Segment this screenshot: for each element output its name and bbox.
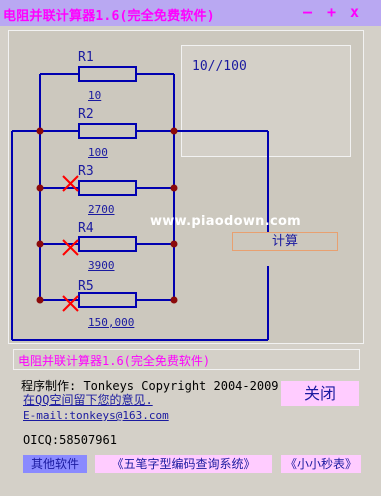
- resistor-r4-symbol: [78, 236, 137, 252]
- r1-label: R1: [78, 50, 94, 65]
- other-software-button[interactable]: 其他软件: [23, 455, 87, 473]
- r2-value[interactable]: 100: [88, 146, 108, 159]
- resistor-r5-symbol: [78, 292, 137, 308]
- r1-value[interactable]: 10: [88, 89, 101, 102]
- info-display: 电阻并联计算器1.6(完全免费软件): [13, 349, 360, 370]
- r5-disabled-x-icon: [62, 295, 79, 312]
- oicq-number: OICQ:58507961: [23, 433, 117, 447]
- r4-value[interactable]: 3900: [88, 259, 115, 272]
- resistor-r1-symbol: [78, 66, 137, 82]
- email-link[interactable]: E-mail:tonkeys@163.com: [23, 409, 169, 422]
- resistor-r3-symbol: [78, 180, 137, 196]
- r5-value[interactable]: 150,000: [88, 316, 134, 329]
- wubi-lookup-button[interactable]: 《五笔字型编码查询系统》: [95, 455, 272, 473]
- r4-disabled-x-icon: [62, 239, 79, 256]
- feedback-link[interactable]: 在QQ空间留下您的意见.: [23, 391, 153, 408]
- r2-label: R2: [78, 107, 94, 122]
- stopwatch-button[interactable]: 《小小秒表》: [281, 455, 361, 473]
- r4-label: R4: [78, 221, 94, 236]
- r3-value[interactable]: 2700: [88, 203, 115, 216]
- resistor-r2-symbol: [78, 123, 137, 139]
- close-button[interactable]: 关闭: [281, 381, 359, 406]
- info-display-text: 电阻并联计算器1.6(完全免费软件): [18, 354, 211, 368]
- r5-label: R5: [78, 279, 94, 294]
- r3-label: R3: [78, 164, 94, 179]
- calculate-button[interactable]: 计算: [232, 232, 338, 251]
- watermark-text: www.piaodown.com: [150, 214, 302, 229]
